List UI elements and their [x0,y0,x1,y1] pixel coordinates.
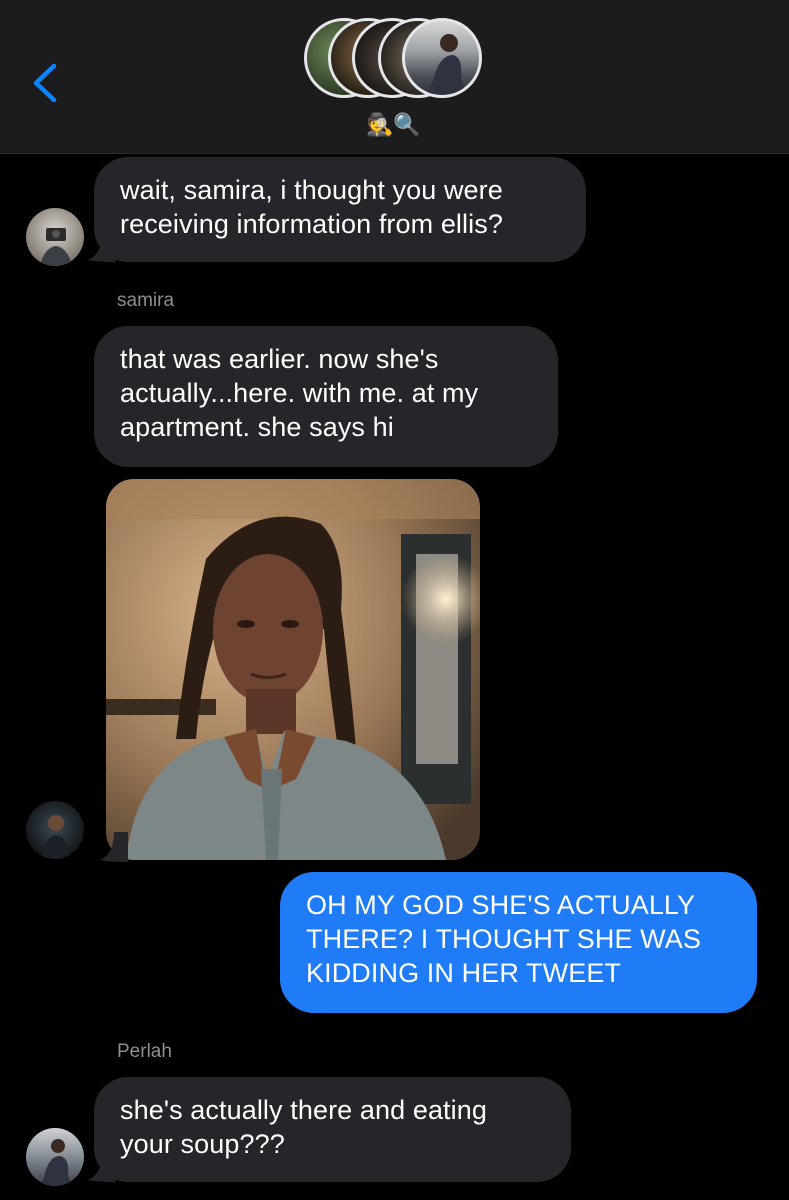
person-silhouette-icon [427,34,467,93]
message-text-line: receiving information from ellis? [120,209,503,239]
message-text-line: wait, samira, i thought you were [120,175,503,205]
message-text-line: actually...here. with me. at my [120,378,479,408]
conversation-header: 🕵🔍 [0,0,789,154]
group-avatar-5 [402,18,482,98]
message-text-line: THERE? I THOUGHT SHE WAS [306,924,701,954]
sender-avatar[interactable] [26,208,84,266]
message-bubble-incoming[interactable]: she's actually there and eating your sou… [94,1077,571,1182]
message-bubble-incoming[interactable]: wait, samira, i thought you were receivi… [94,157,586,262]
message-text-line: apartment. she says hi [120,412,394,442]
sender-avatar[interactable] [26,801,84,859]
sender-name: samira [117,290,175,311]
group-avatar-stack[interactable] [304,18,484,104]
message-text-line: that was earlier. now she's [120,344,439,374]
message-text-line: she's actually there and eating [120,1095,487,1125]
message-bubble-incoming[interactable]: that was earlier. now she's actually...h… [94,326,558,467]
avatar-photo-icon [40,228,72,266]
back-button[interactable] [28,62,62,104]
sender-avatar[interactable] [26,1128,84,1186]
photo-image [106,479,480,860]
photo-message[interactable] [106,479,480,860]
message-text-line: OH MY GOD SHE'S ACTUALLY [306,890,696,920]
bubble-tail [100,832,128,862]
message-text-line: KIDDING IN HER TWEET [306,958,622,988]
sender-name: Perlah [117,1041,172,1062]
avatar-photo-icon [42,815,70,859]
message-text-line: your soup??? [120,1129,285,1159]
avatar-photo-icon [40,1139,72,1186]
group-name-emoji[interactable]: 🕵🔍 [366,112,421,140]
message-bubble-outgoing[interactable]: OH MY GOD SHE'S ACTUALLY THERE? I THOUGH… [280,872,757,1013]
chevron-left-icon [33,63,57,103]
